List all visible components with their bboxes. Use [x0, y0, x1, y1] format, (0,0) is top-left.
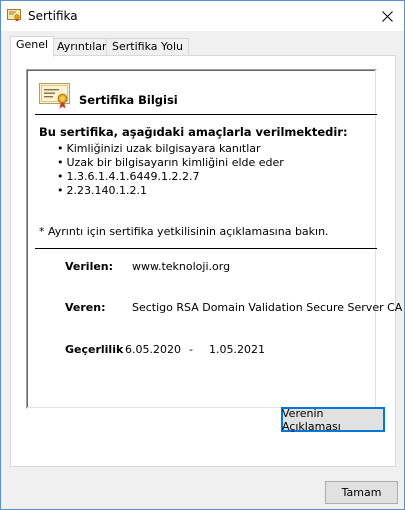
valid-from-value: 6.05.2020: [125, 343, 181, 356]
tab-certification-path[interactable]: Sertifika Yolu: [106, 38, 190, 56]
purpose-item: 2.23.140.1.2.1: [57, 184, 284, 198]
tab-general-label: Genel: [16, 38, 49, 51]
issuer-statement-button[interactable]: Verenin Açıklaması: [281, 407, 385, 433]
separator-bottom: [35, 248, 377, 249]
certificate-dialog: Sertifika Genel Ayrıntılar Sertifika Yol…: [0, 0, 405, 510]
issued-to-label: Verilen:: [65, 260, 114, 273]
close-button[interactable]: [370, 1, 404, 31]
validity-label: Geçerlilik: [65, 343, 124, 356]
separator-top: [35, 114, 377, 115]
certificate-heading: Sertifika Bilgisi: [79, 93, 178, 107]
certificate-icon: [39, 83, 71, 109]
certificate-title-icon: [7, 9, 21, 22]
validity-separator: -: [189, 343, 193, 356]
close-icon: [381, 10, 393, 22]
ok-button[interactable]: Tamam: [325, 481, 398, 504]
issued-by-label: Veren:: [65, 301, 106, 314]
certificate-info-box: Sertifika Bilgisi Bu sertifika, aşağıdak…: [26, 69, 402, 409]
valid-to-value: 1.05.2021: [209, 343, 265, 356]
tab-general[interactable]: Genel: [10, 36, 55, 57]
purpose-item: Kimliğinizi uzak bilgisayara kanıtlar: [57, 142, 284, 156]
purpose-list: Kimliğinizi uzak bilgisayara kanıtlar Uz…: [57, 142, 284, 198]
window-title: Sertifika: [28, 9, 78, 23]
purpose-item: Uzak bir bilgisayarın kimliğini elde ede…: [57, 156, 284, 170]
issued-to-value: www.teknoloji.org: [132, 260, 231, 273]
purpose-item: 1.3.6.1.4.1.6449.1.2.2.7: [57, 170, 284, 184]
footnote: * Ayrıntı için sertifika yetkilisinin aç…: [39, 225, 329, 238]
issued-by-value: Sectigo RSA Domain Validation Secure Ser…: [132, 301, 403, 314]
tab-details-label: Ayrıntılar: [57, 40, 107, 53]
general-tab-panel: Sertifika Bilgisi Bu sertifika, aşağıdak…: [10, 55, 402, 467]
title-bar: Sertifika: [1, 1, 404, 31]
purpose-heading: Bu sertifika, aşağıdaki amaçlarla verilm…: [39, 125, 348, 139]
tab-certification-path-label: Sertifika Yolu: [112, 40, 184, 53]
tab-details[interactable]: Ayrıntılar: [51, 38, 113, 56]
